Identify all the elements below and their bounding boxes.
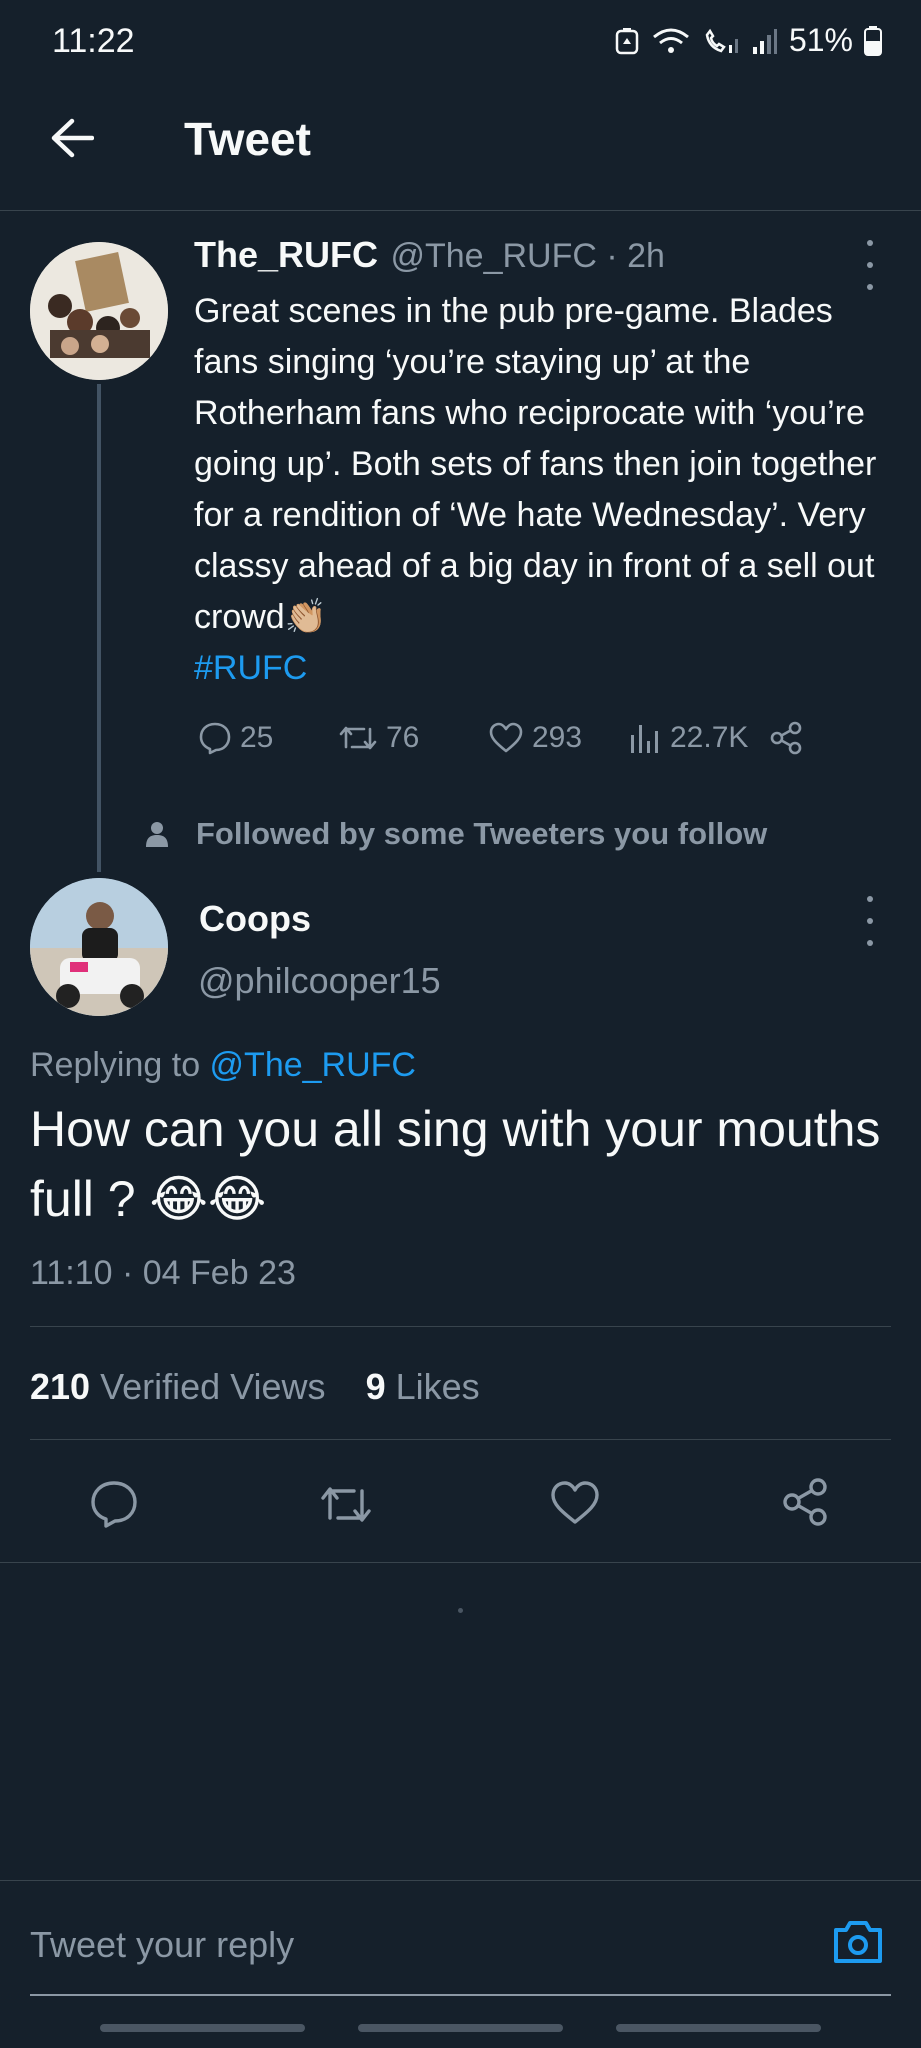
- divider: [0, 1562, 921, 1563]
- heart-icon: [551, 1481, 599, 1524]
- reply-input[interactable]: Tweet your reply: [30, 1924, 810, 1966]
- replying-to-link[interactable]: @The_RUFC: [210, 1046, 416, 1084]
- retweet-icon: [339, 726, 377, 750]
- avatar-image: [30, 878, 168, 1016]
- comment-icon: [91, 1481, 137, 1528]
- more-options-button[interactable]: [855, 240, 885, 290]
- reply-action-button[interactable]: [88, 1478, 140, 1535]
- like-action-button[interactable]: [549, 1480, 601, 1531]
- nav-recents[interactable]: [100, 2024, 305, 2032]
- tweet-body: Great scenes in the pub pre-game. Blades…: [194, 286, 894, 694]
- engagement-stats: 210 Verified Views 9 Likes: [30, 1366, 480, 1408]
- tweet-header: The_RUFC @The_RUFC · 2h: [194, 234, 874, 276]
- replying-to-label: Replying to: [30, 1046, 210, 1084]
- retweet-button[interactable]: 76: [338, 721, 488, 755]
- battery-percent: 51%: [788, 22, 853, 58]
- camera-icon: [834, 1921, 882, 1963]
- call-signal-icon: [701, 27, 741, 55]
- battery-saver-icon: [613, 27, 641, 55]
- dot-icon: [867, 896, 873, 902]
- avatar-the-rufc[interactable]: [30, 242, 168, 380]
- loading-dot: [458, 1608, 463, 1613]
- views-stat[interactable]: 210 Verified Views: [30, 1366, 326, 1407]
- likes-stat[interactable]: 9 Likes: [366, 1366, 480, 1407]
- social-context: Followed by some Tweeters you follow: [146, 816, 767, 852]
- tweet-text: Great scenes in the pub pre-game. Blades…: [194, 292, 877, 636]
- dot-icon: [867, 240, 873, 246]
- camera-button[interactable]: [832, 1918, 884, 1971]
- reply-author-handle[interactable]: @philcooper15: [198, 960, 441, 1002]
- divider: [30, 1326, 891, 1327]
- author-name[interactable]: The_RUFC: [194, 234, 378, 275]
- like-count: 293: [532, 721, 583, 754]
- dot-icon: [867, 918, 873, 924]
- retweet-count: 76: [386, 721, 420, 754]
- reply-author-name[interactable]: Coops: [199, 898, 311, 940]
- reply-more-options-button[interactable]: [855, 896, 885, 946]
- heart-icon: [489, 722, 523, 753]
- followed-by-text: Followed by some Tweeters you follow: [196, 816, 768, 851]
- dot-icon: [867, 262, 873, 268]
- replying-to: Replying to @The_RUFC: [30, 1046, 416, 1085]
- share-icon: [770, 721, 802, 755]
- header-divider: [0, 210, 921, 211]
- author-handle-time: @The_RUFC · 2h: [390, 237, 665, 275]
- cell-signal-icon: [751, 27, 779, 55]
- status-icons: 51%: [613, 22, 883, 59]
- composer-top-divider: [0, 1880, 921, 1881]
- page-title: Tweet: [184, 113, 311, 165]
- tweet-actions: 25 76 293 22.7K: [198, 720, 838, 756]
- thread-line: [97, 384, 101, 872]
- dot-icon: [867, 940, 873, 946]
- status-time: 11:22: [52, 22, 135, 60]
- reply-button[interactable]: 25: [198, 721, 338, 755]
- arrow-left-icon: [51, 118, 94, 158]
- hashtag-link[interactable]: #RUFC: [194, 649, 307, 687]
- back-button[interactable]: [44, 110, 100, 166]
- comment-icon: [199, 722, 231, 755]
- input-underline: [30, 1994, 891, 1996]
- analytics-icon: [631, 725, 658, 753]
- reply-timestamp[interactable]: 11:10 · 04 Feb 23: [30, 1254, 296, 1293]
- person-icon: [146, 822, 168, 847]
- views-button[interactable]: 22.7K: [628, 721, 768, 755]
- share-button[interactable]: [768, 720, 804, 756]
- like-button[interactable]: 293: [488, 721, 628, 755]
- reply-text: How can you all sing with your mouths fu…: [30, 1101, 881, 1227]
- battery-icon: [863, 25, 883, 56]
- likes-stat-count: 9: [365, 1366, 386, 1407]
- share-icon: [783, 1478, 827, 1526]
- retweet-icon: [321, 1487, 371, 1522]
- share-action-button[interactable]: [780, 1476, 832, 1533]
- nav-home[interactable]: [358, 2024, 563, 2032]
- avatar-image: [30, 242, 168, 380]
- views-stat-label: Verified Views: [90, 1366, 326, 1407]
- likes-stat-label: Likes: [385, 1366, 480, 1407]
- views-stat-count: 210: [30, 1366, 91, 1407]
- wifi-icon: [651, 27, 691, 55]
- divider: [30, 1439, 891, 1440]
- retweet-action-button[interactable]: [318, 1482, 374, 1531]
- avatar-coops[interactable]: [30, 878, 168, 1016]
- reply-count: 25: [240, 721, 274, 754]
- views-count: 22.7K: [670, 721, 749, 754]
- nav-back[interactable]: [616, 2024, 821, 2032]
